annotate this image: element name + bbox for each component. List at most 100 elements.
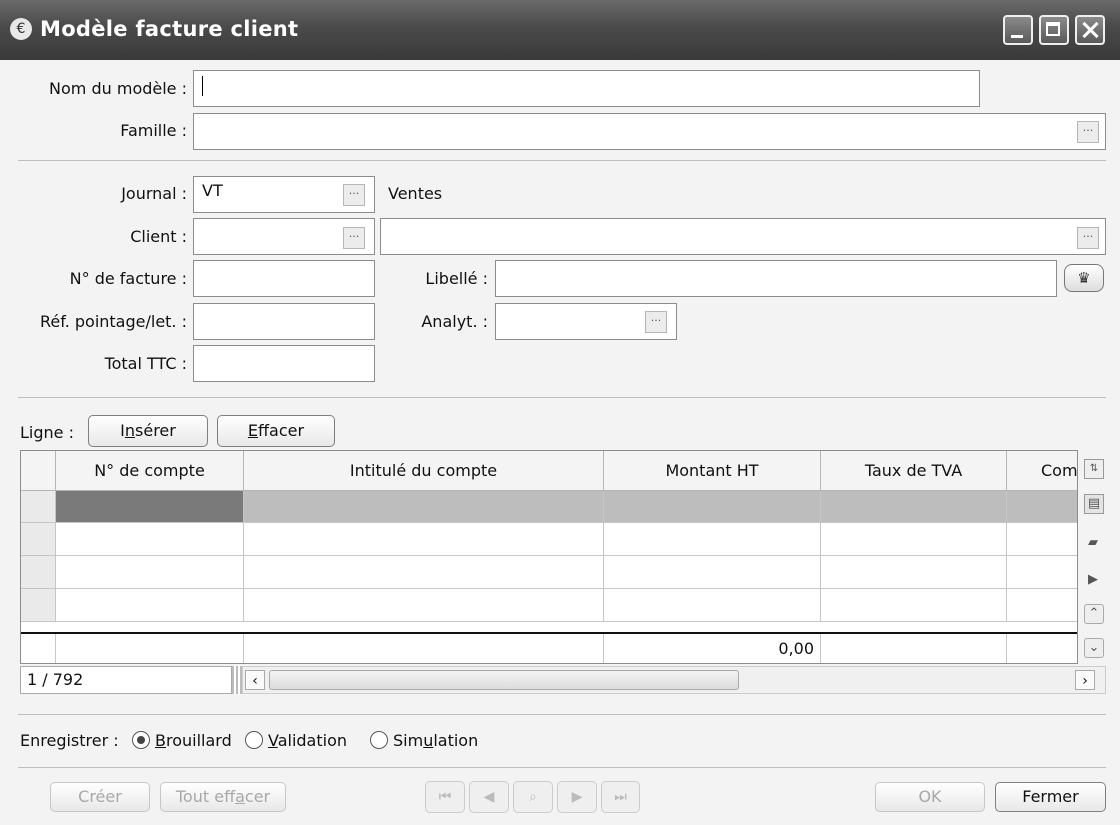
title-bar[interactable]: € Modèle facture client — [0, 0, 1120, 60]
grid-toolbar: ⇅ ▤ ▰ ▶ ⌃ ⌄ — [1080, 450, 1106, 664]
close-button[interactable]: Fermer — [995, 782, 1106, 812]
totals-cell — [821, 634, 1007, 663]
table-cell[interactable] — [821, 556, 1007, 589]
save-mode-label: Enregistrer : — [20, 731, 119, 750]
analyt-ellipsis-icon[interactable]: ... — [645, 311, 667, 333]
journal-name: Ventes — [388, 184, 443, 203]
record-position: 1 / 792 — [20, 666, 232, 694]
radio-simulation[interactable] — [370, 731, 388, 749]
separator — [18, 767, 1106, 768]
scroll-right-icon[interactable]: › — [1075, 670, 1095, 690]
table-cell[interactable] — [604, 589, 821, 622]
table-cell[interactable] — [244, 523, 604, 556]
libelle-input[interactable] — [495, 260, 1057, 297]
total-ttc-input[interactable] — [193, 345, 375, 382]
print-icon[interactable]: ▰ — [1084, 534, 1102, 552]
table-cell[interactable] — [244, 556, 604, 589]
total-montant-ht: 0,00 — [604, 634, 821, 663]
row-header[interactable] — [21, 589, 56, 622]
erase-line-button[interactable]: Effacer — [217, 415, 335, 447]
account-lines-grid[interactable]: N° de compte Intitulé du compte Montant … — [20, 450, 1078, 664]
search-icon[interactable]: ⌕ — [513, 781, 553, 813]
record-navigator: ⏮ ◀ ⌕ ▶ ⏭ — [425, 781, 640, 813]
grid-status-bar: 1 / 792 ‹ › — [20, 666, 1106, 694]
table-cell[interactable] — [821, 491, 1007, 523]
invoice-template-window: € Modèle facture client Nom du modèle : … — [0, 0, 1120, 825]
sort-icon[interactable]: ⇅ — [1084, 459, 1104, 479]
row-header[interactable] — [21, 523, 56, 556]
attach-icon[interactable]: ♛ — [1064, 264, 1104, 292]
table-cell[interactable] — [604, 491, 821, 523]
splitter-handle[interactable] — [232, 666, 242, 694]
erase-mnemonic: E — [247, 421, 259, 440]
totals-row-header — [21, 634, 56, 663]
table-cell[interactable] — [56, 523, 244, 556]
ok-button[interactable]: OK — [875, 782, 985, 812]
scroll-thumb[interactable] — [269, 670, 739, 690]
table-cell[interactable] — [56, 589, 244, 622]
chevron-up-icon[interactable]: ⌃ — [1084, 604, 1104, 624]
ref-input[interactable] — [193, 303, 375, 340]
client-ellipsis-icon[interactable]: ... — [343, 227, 365, 249]
row-header[interactable] — [21, 491, 56, 523]
table-cell[interactable] — [1007, 523, 1077, 556]
table-cell[interactable] — [1007, 556, 1077, 589]
table-cell[interactable] — [1007, 491, 1077, 523]
row-header[interactable] — [21, 556, 56, 589]
facture-input[interactable] — [193, 260, 375, 297]
table-cell[interactable] — [821, 523, 1007, 556]
analyt-label: Analyt. : — [421, 312, 488, 331]
scroll-left-icon[interactable]: ‹ — [245, 670, 265, 690]
journal-ellipsis-icon[interactable]: ... — [343, 184, 365, 206]
column-header[interactable]: Taux de TVA — [821, 451, 1007, 491]
prev-icon[interactable]: ◀ — [469, 781, 509, 813]
erase-post: ffacer — [258, 421, 305, 440]
separator — [18, 397, 1106, 398]
table-cell[interactable] — [244, 491, 604, 523]
famille-ellipsis-icon[interactable]: ... — [1077, 121, 1099, 143]
last-icon[interactable]: ⏭ — [601, 781, 640, 813]
radio-label-simulation[interactable]: Simulation — [393, 731, 478, 750]
insert-line-button[interactable]: Insérer — [88, 415, 208, 447]
radio-label-brouillard[interactable]: Brouillard — [155, 731, 232, 750]
label-rest: lation — [433, 731, 479, 750]
table-cell[interactable] — [56, 556, 244, 589]
column-header[interactable]: Intitulé du compte — [244, 451, 604, 491]
famille-input[interactable] — [193, 113, 1106, 150]
create-button[interactable]: Créer — [50, 782, 150, 812]
table-cell[interactable] — [1007, 589, 1077, 622]
separator — [18, 160, 1106, 161]
label-pre: Tout eff — [175, 787, 236, 806]
clear-all-button[interactable]: Tout effacer — [160, 782, 286, 812]
ref-label: Réf. pointage/let. : — [39, 312, 187, 331]
client-name-input[interactable] — [380, 218, 1106, 255]
first-icon[interactable]: ⏮ — [425, 781, 465, 813]
radio-brouillard[interactable] — [132, 731, 150, 749]
screen-icon[interactable]: ▤ — [1084, 494, 1104, 514]
minimize-icon[interactable] — [1003, 15, 1033, 45]
insert-post: sérer — [135, 421, 176, 440]
radio-label-validation[interactable]: Validation — [268, 731, 347, 750]
column-header[interactable]: Montant HT — [604, 451, 821, 491]
chevron-down-icon[interactable]: ⌄ — [1084, 638, 1104, 658]
table-cell[interactable] — [244, 589, 604, 622]
column-header[interactable]: N° de compte — [56, 451, 244, 491]
column-header[interactable]: Com — [1007, 451, 1077, 491]
famille-label: Famille : — [120, 121, 187, 140]
radio-validation[interactable] — [245, 731, 263, 749]
maximize-icon[interactable] — [1039, 15, 1069, 45]
totals-cell — [1007, 634, 1077, 663]
table-cell[interactable] — [821, 589, 1007, 622]
next-icon[interactable]: ▶ — [557, 781, 597, 813]
client-name-ellipsis-icon[interactable]: ... — [1077, 227, 1099, 249]
horizontal-scrollbar[interactable]: ‹ › — [242, 666, 1106, 694]
total-ttc-label: Total TTC : — [104, 354, 187, 373]
table-cell[interactable] — [604, 523, 821, 556]
nom-modele-input[interactable] — [193, 70, 980, 107]
mnemonic: B — [155, 731, 166, 750]
table-cell-selected[interactable] — [56, 491, 244, 523]
close-icon[interactable] — [1075, 15, 1105, 45]
arrow-right-icon[interactable]: ▶ — [1084, 571, 1102, 589]
text-cursor — [202, 75, 203, 96]
table-cell[interactable] — [604, 556, 821, 589]
